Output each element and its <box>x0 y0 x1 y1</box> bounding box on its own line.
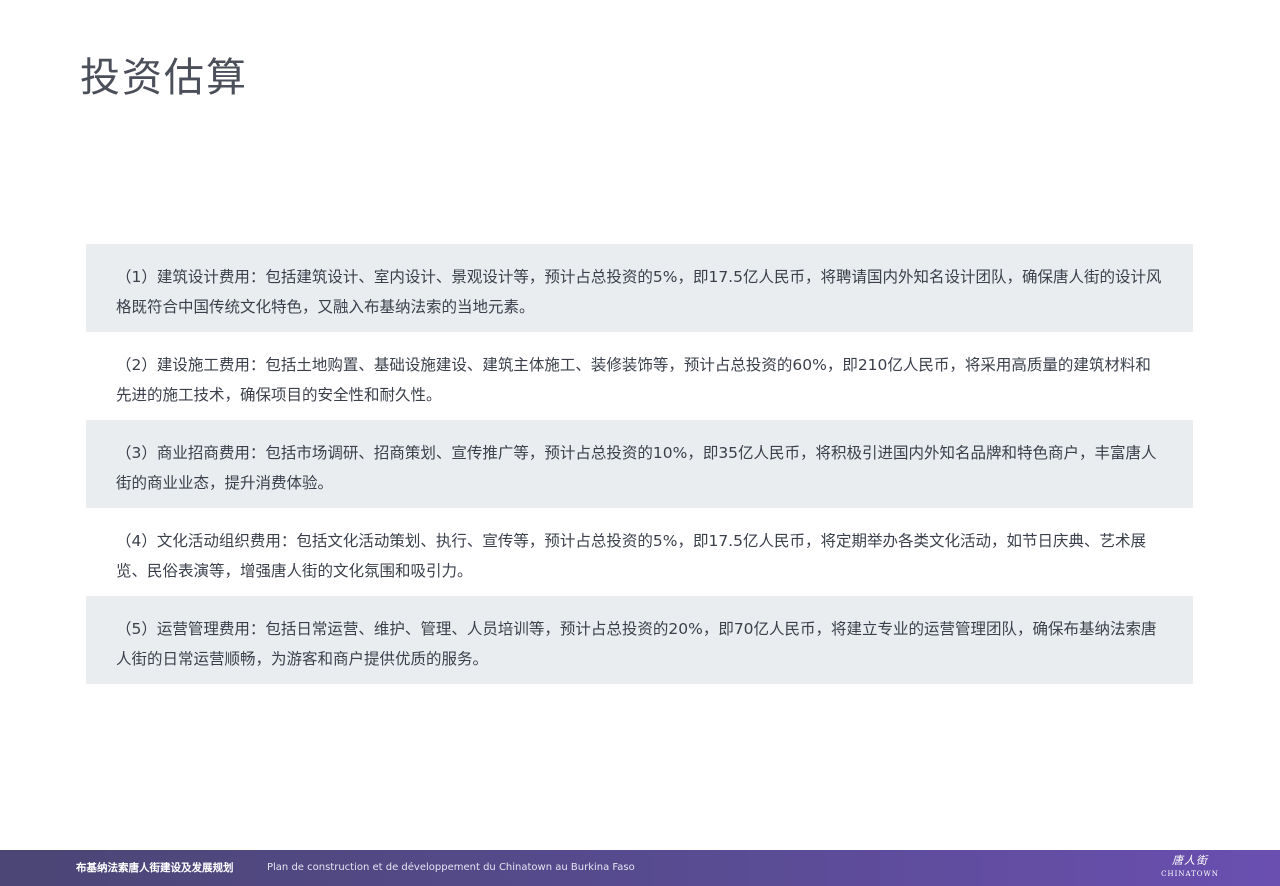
page-title: 投资估算 <box>80 55 248 101</box>
cost-item-list: （1）建筑设计费用：包括建筑设计、室内设计、景观设计等，预计占总投资的5%，即1… <box>86 244 1193 684</box>
cost-item-construction: （2）建设施工费用：包括土地购置、基础设施建设、建筑主体施工、装修装饰等，预计占… <box>116 356 1151 404</box>
cost-item-cultural-events: （4）文化活动组织费用：包括文化活动策划、执行、宣传等，预计占总投资的5%，即1… <box>116 532 1146 580</box>
cost-item-operations: （5）运营管理费用：包括日常运营、维护、管理、人员培训等，预计占总投资的20%，… <box>86 596 1193 684</box>
footer-bar: 布基纳法索唐人街建设及发展规划 Plan de construction et … <box>0 850 1280 886</box>
chinatown-logo-text: CHINATOWN <box>1161 870 1219 878</box>
cost-item-leasing: （3）商业招商费用：包括市场调研、招商策划、宣传推广等，预计占总投资的10%，即… <box>86 420 1193 508</box>
footer-title-french: Plan de construction et de développement… <box>267 862 635 873</box>
footer-title-chinese: 布基纳法索唐人街建设及发展规划 <box>76 862 234 874</box>
chinatown-logo: 唐人街 CHINATOWN <box>1150 854 1230 884</box>
cost-item-design: （1）建筑设计费用：包括建筑设计、室内设计、景观设计等，预计占总投资的5%，即1… <box>86 244 1193 332</box>
chinatown-logo-mark: 唐人街 <box>1172 854 1208 867</box>
